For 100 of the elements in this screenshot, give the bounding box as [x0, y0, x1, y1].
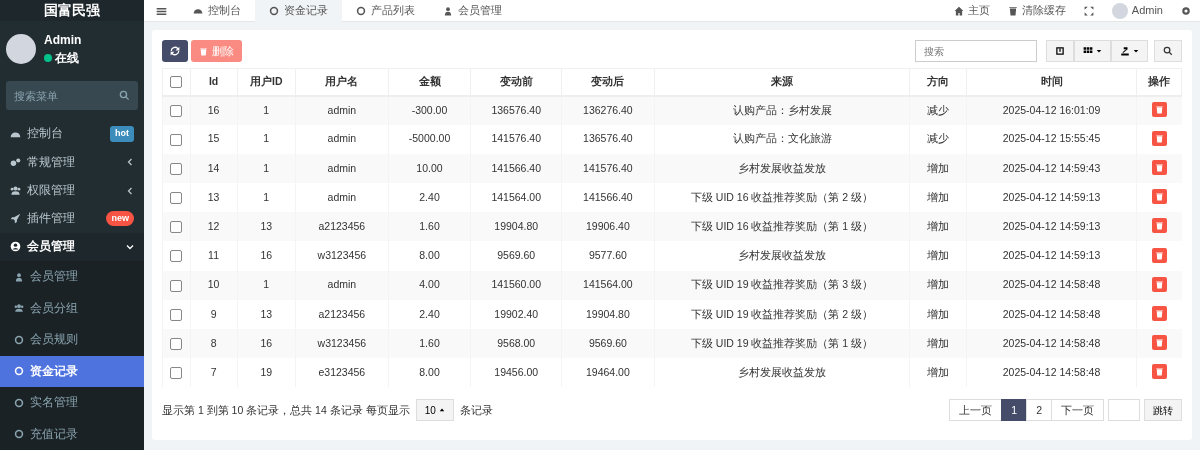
delete-button[interactable] — [1151, 102, 1167, 118]
table-cell: 13 — [237, 212, 296, 242]
table-cell: 1 — [237, 270, 296, 300]
table-cell: 10 — [190, 270, 238, 300]
table-cell: e3123456 — [295, 358, 389, 388]
checkbox[interactable] — [170, 104, 183, 117]
checkbox[interactable] — [170, 337, 183, 350]
trash-icon — [1154, 163, 1164, 173]
checkbox[interactable] — [170, 221, 183, 234]
table-cell: 2025-04-12 16:01:09 — [966, 95, 1137, 125]
user-menu[interactable]: Admin — [1102, 2, 1172, 19]
grid-icon — [1083, 46, 1093, 56]
nav-tab[interactable]: 控制台 — [179, 0, 255, 22]
menu-item[interactable]: 会员管理 — [0, 232, 144, 261]
arrows-icon — [1083, 5, 1094, 16]
prev-page-button[interactable]: 上一页 — [949, 399, 1003, 422]
table-cell: 16 — [237, 329, 296, 359]
circle-icon — [356, 5, 366, 16]
search-field[interactable]: 搜索菜单 — [6, 81, 138, 110]
nav-tab[interactable]: 资金记录 — [255, 0, 342, 22]
table-cell: 2025-04-12 14:58:48 — [966, 270, 1137, 300]
trash-icon — [1007, 5, 1018, 16]
menu-item[interactable]: 权限管理 — [0, 176, 144, 205]
pagination-summary: 条记录 — [459, 402, 493, 418]
table-cell: 141576.40 — [470, 124, 562, 154]
users-icon — [10, 185, 21, 196]
next-page-button[interactable]: 下一页 — [1051, 399, 1104, 422]
table-cell: 1.60 — [388, 329, 471, 359]
user-icon — [443, 5, 453, 16]
page-size-dropdown[interactable]: 10 — [415, 399, 454, 422]
toolbar-button[interactable] — [1046, 40, 1074, 62]
refresh-button[interactable] — [162, 40, 188, 62]
menu-icon — [156, 5, 167, 17]
table-cell: admin — [295, 124, 389, 154]
circle-icon — [14, 397, 24, 408]
menu-item[interactable]: 充值记录 — [0, 418, 144, 450]
page-input[interactable] — [1108, 399, 1140, 422]
table-cell: 乡村发展收益发放 — [654, 241, 910, 271]
gears-icon — [10, 156, 21, 168]
trash-icon — [1154, 309, 1164, 319]
header-link[interactable]: 主页 — [944, 2, 999, 19]
checkbox[interactable] — [170, 133, 183, 146]
table-cell: admin — [295, 270, 389, 300]
column-header: 变动前 — [470, 68, 562, 96]
menu-item[interactable]: 会员管理 — [0, 261, 144, 293]
user-circle-icon — [10, 241, 21, 253]
table-cell: 1 — [237, 153, 296, 184]
checkbox[interactable] — [170, 250, 183, 263]
table-cell: 增加 — [909, 329, 967, 359]
search-input[interactable]: 搜索 — [915, 40, 1037, 62]
table-cell: 下级 UID 19 收益推荐奖励（第 1 级） — [654, 329, 910, 359]
delete-button[interactable] — [1151, 247, 1167, 263]
table-cell: 19 — [237, 358, 296, 388]
delete-button[interactable] — [1151, 218, 1167, 234]
avatar — [1111, 2, 1128, 19]
delete-button[interactable] — [1151, 364, 1167, 380]
table-cell: w3123456 — [295, 241, 389, 271]
table-cell: 19464.00 — [561, 358, 655, 388]
menu-item[interactable]: 常规管理 — [0, 148, 144, 177]
checkbox[interactable] — [170, 367, 183, 380]
rocket-icon — [10, 213, 21, 225]
menu-item[interactable]: 会员分组 — [0, 292, 144, 324]
delete-button[interactable] — [1151, 335, 1167, 351]
table-cell: -5000.00 — [388, 124, 471, 154]
checkbox[interactable] — [170, 76, 183, 89]
jump-button[interactable]: 跳转 — [1144, 399, 1182, 422]
checkbox[interactable] — [170, 279, 183, 292]
menu-item[interactable]: 会员规则 — [0, 324, 144, 356]
page-button[interactable]: 1 — [1001, 399, 1028, 422]
table-cell: admin — [295, 153, 389, 184]
checkbox[interactable] — [170, 162, 183, 175]
checkbox[interactable] — [170, 308, 183, 321]
delete-button[interactable] — [1151, 306, 1167, 322]
page-button[interactable]: 2 — [1026, 399, 1052, 422]
delete-button[interactable] — [1151, 130, 1167, 146]
delete-button[interactable] — [1151, 189, 1167, 205]
table-cell: 1 — [237, 95, 296, 125]
home-icon — [953, 5, 964, 16]
menu-item[interactable]: 插件管理 new — [0, 204, 144, 233]
table-cell: 8.00 — [388, 358, 471, 388]
table-cell: 7 — [190, 358, 238, 388]
header-link[interactable]: 清除缓存 — [998, 2, 1075, 19]
delete-button[interactable] — [1151, 276, 1167, 292]
menu-item[interactable]: 实名管理 — [0, 387, 144, 419]
nav-tab[interactable]: 产品列表 — [342, 0, 429, 22]
table-cell: 9568.00 — [470, 329, 562, 359]
checkbox[interactable] — [170, 192, 183, 204]
table-cell: 增加 — [909, 358, 967, 388]
menu-item[interactable]: 资金记录 — [0, 355, 144, 387]
table-cell: 14 — [190, 153, 238, 184]
menu-item[interactable]: 控制台 hot — [0, 120, 144, 149]
circle-icon — [269, 5, 279, 16]
delete-button[interactable] — [1151, 160, 1167, 176]
search-button[interactable] — [1154, 40, 1182, 62]
toolbar-button[interactable] — [1111, 40, 1148, 62]
toolbar-button[interactable] — [1074, 40, 1111, 62]
avatar — [6, 34, 36, 64]
table-cell: 2025-04-12 14:59:13 — [966, 241, 1137, 271]
table-cell: 141560.00 — [470, 270, 562, 300]
nav-tab[interactable]: 会员管理 — [429, 0, 516, 22]
